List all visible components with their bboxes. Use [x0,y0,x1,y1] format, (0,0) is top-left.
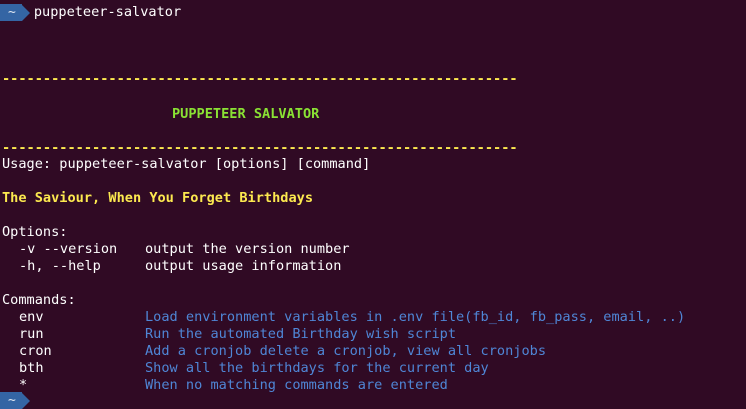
command-desc: Run the automated Birthday wish script [145,326,456,342]
usage-line: Usage: puppeteer-salvator [options] [com… [2,156,371,172]
prompt-command: puppeteer-salvator [33,4,182,20]
command-name: env [19,309,44,325]
prompt-directory: ~ [0,392,22,409]
command-desc: Show all the birthdays for the current d… [145,360,489,376]
terminal-prompt: ~ puppeteer-salvator [0,4,181,21]
command-desc: When no matching commands are entered [145,377,448,393]
prompt-arrow-icon [21,392,30,409]
command-desc: Add a cronjob delete a cronjob, view all… [145,343,547,359]
option-flag: -h, --help [19,258,101,274]
option-flag: -v --version [19,241,118,257]
command-desc: Load environment variables in .env file(… [145,309,686,325]
prompt-directory: ~ [0,4,22,21]
banner-rule-top: ----------------------------------------… [2,71,518,87]
terminal-prompt-next[interactable]: ~ [0,392,30,409]
option-desc: output usage information [145,258,342,274]
banner-title: PUPPETEER SALVATOR [172,106,320,122]
option-desc: output the version number [145,241,350,257]
command-name: cron [19,343,52,359]
banner-rule-bottom: ----------------------------------------… [2,140,518,156]
prompt-arrow-icon [21,4,30,21]
options-header: Options: [2,224,68,240]
commands-header: Commands: [2,292,76,308]
tagline: The Saviour, When You Forget Birthdays [2,190,313,206]
command-name: bth [19,360,44,376]
command-name: run [19,326,44,342]
